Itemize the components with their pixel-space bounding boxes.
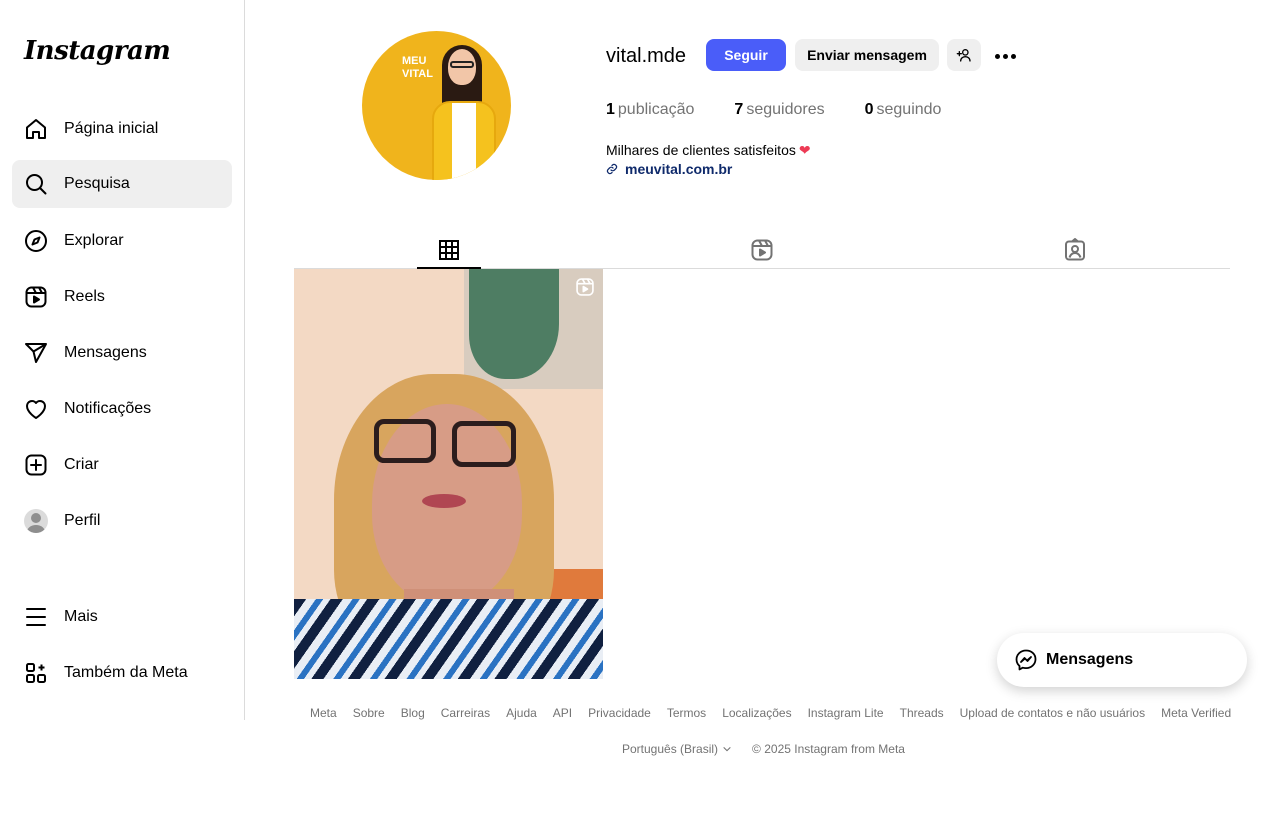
footer-link[interactable]: Sobre <box>353 706 385 720</box>
tab-reels[interactable] <box>730 232 794 268</box>
sidebar-item-label: Perfil <box>64 512 101 529</box>
reels-icon <box>25 286 47 308</box>
follow-button[interactable]: Seguir <box>706 39 786 71</box>
profile-stats: 1 publicação 7 seguidores 0 seguindo <box>606 101 981 119</box>
plus-square-icon <box>25 454 47 476</box>
apps-icon <box>26 663 46 683</box>
reel-badge-icon <box>576 278 594 296</box>
sidebar-item-label: Pesquisa <box>64 175 130 192</box>
sidebar-item-label: Reels <box>64 288 105 305</box>
footer-link[interactable]: Meta Verified <box>1161 706 1231 720</box>
footer-bottom: Português (Brasil) © 2025 Instagram from… <box>622 742 905 756</box>
sidebar-item-also-from-meta[interactable]: Também da Meta <box>12 649 232 697</box>
sidebar: Instagram Página inicial Pesquisa Explor… <box>0 0 245 720</box>
profile-bio: Milhares de clientes satisfeitos ❤ <box>606 142 811 158</box>
messenger-icon <box>1015 649 1037 671</box>
menu-icon <box>26 608 46 626</box>
footer-link[interactable]: Instagram Lite <box>808 706 884 720</box>
profile-picture-brand: MEU VITAL <box>402 55 433 80</box>
tab-tagged[interactable] <box>1043 232 1107 268</box>
footer-link[interactable]: API <box>553 706 572 720</box>
footer-link[interactable]: Carreiras <box>441 706 490 720</box>
sidebar-item-messages[interactable]: Mensagens <box>12 329 232 377</box>
heart-emoji: ❤ <box>798 142 811 158</box>
compass-icon <box>25 230 47 252</box>
floating-messages-button[interactable]: Mensagens <box>997 633 1247 687</box>
profile-picture[interactable]: MEU VITAL <box>362 31 511 180</box>
home-icon <box>26 119 46 139</box>
sidebar-item-home[interactable]: Página inicial <box>12 105 232 153</box>
tab-posts[interactable] <box>417 232 481 269</box>
footer-link[interactable]: Localizações <box>722 706 791 720</box>
footer-links: Meta Sobre Blog Carreiras Ajuda API Priv… <box>310 706 1231 720</box>
suggested-users-button[interactable] <box>947 39 981 71</box>
avatar <box>24 509 48 533</box>
sidebar-item-profile[interactable]: Perfil <box>12 497 232 545</box>
copyright: © 2025 Instagram from Meta <box>752 742 905 756</box>
heart-icon <box>26 400 46 419</box>
following-link[interactable]: 0 seguindo <box>865 101 942 119</box>
sidebar-item-label: Notificações <box>64 400 152 417</box>
link-icon <box>606 163 618 175</box>
add-user-icon <box>956 49 971 62</box>
sidebar-item-label: Criar <box>64 456 99 473</box>
sidebar-item-label: Mensagens <box>64 344 147 361</box>
sidebar-item-explore[interactable]: Explorar <box>12 217 232 265</box>
language-select[interactable]: Português (Brasil) <box>622 742 732 756</box>
footer-link[interactable]: Blog <box>401 706 425 720</box>
footer-link[interactable]: Upload de contatos e não usuários <box>960 706 1145 720</box>
instagram-logo[interactable]: Instagram <box>24 36 171 66</box>
profile-username: vital.mde <box>606 45 687 67</box>
sidebar-item-notifications[interactable]: Notificações <box>12 385 232 433</box>
sidebar-item-create[interactable]: Criar <box>12 441 232 489</box>
search-icon <box>26 174 47 195</box>
footer-link[interactable]: Termos <box>667 706 706 720</box>
sidebar-item-search[interactable]: Pesquisa <box>12 160 232 208</box>
post-thumbnail[interactable] <box>294 269 603 679</box>
footer-link[interactable]: Threads <box>900 706 944 720</box>
send-icon <box>25 343 47 363</box>
sidebar-item-label: Página inicial <box>64 120 159 137</box>
reels-icon <box>751 239 773 261</box>
chevron-down-icon <box>723 746 731 752</box>
send-message-button[interactable]: Enviar mensagem <box>795 39 939 71</box>
sidebar-item-more[interactable]: Mais <box>12 593 232 641</box>
sidebar-item-label: Também da Meta <box>64 664 188 681</box>
more-options-icon[interactable] <box>990 44 1020 68</box>
grid-icon <box>439 240 459 260</box>
sidebar-item-label: Mais <box>64 608 98 625</box>
followers-link[interactable]: 7 seguidores <box>734 101 824 119</box>
sidebar-item-label: Explorar <box>64 232 124 249</box>
profile-website-link[interactable]: meuvital.com.br <box>606 161 732 177</box>
posts-count: 1 publicação <box>606 101 695 118</box>
footer-link[interactable]: Meta <box>310 706 337 720</box>
footer-link[interactable]: Privacidade <box>588 706 651 720</box>
tagged-icon <box>1065 238 1085 261</box>
footer-link[interactable]: Ajuda <box>506 706 537 720</box>
sidebar-item-reels[interactable]: Reels <box>12 273 232 321</box>
